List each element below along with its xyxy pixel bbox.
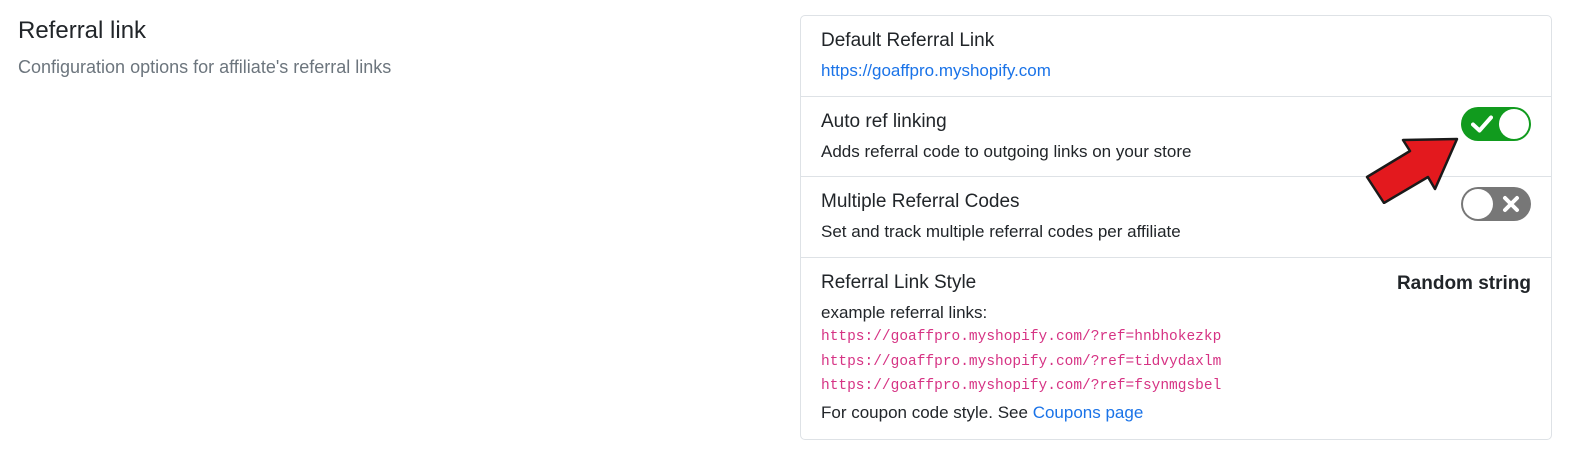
example-links-label: example referral links: — [821, 303, 988, 322]
coupon-note-text: For coupon code style. See — [821, 402, 1028, 422]
settings-page: Referral link Configuration options for … — [0, 0, 1575, 466]
auto-ref-linking-title: Auto ref linking — [821, 111, 947, 132]
red-arrow-icon — [1365, 137, 1459, 204]
section-subtitle: Configuration options for affiliate's re… — [18, 57, 392, 77]
x-icon — [1503, 196, 1519, 212]
section-title: Referral link — [18, 17, 147, 44]
referral-link-style-value[interactable]: Random string — [1397, 271, 1531, 297]
example-link: https://goaffpro.myshopify.com/?ref=tidv… — [821, 353, 1222, 370]
multiple-referral-codes-description: Set and track multiple referral codes pe… — [821, 222, 1181, 241]
toggle-knob — [1463, 189, 1493, 219]
toggle-knob — [1499, 109, 1529, 139]
example-link: https://goaffpro.myshopify.com/?ref=fsyn… — [821, 378, 1222, 394]
default-referral-link-title: Default Referral Link — [821, 30, 995, 51]
check-icon — [1471, 115, 1493, 133]
default-referral-link-row: Default Referral Link https://goaffpro.m… — [801, 16, 1551, 97]
referral-settings-card: Default Referral Link https://goaffpro.m… — [800, 15, 1552, 440]
multiple-referral-codes-toggle[interactable] — [1461, 187, 1531, 221]
auto-ref-linking-toggle[interactable] — [1461, 107, 1531, 141]
example-link: https://goaffpro.myshopify.com/?ref=hnbh… — [821, 329, 1222, 345]
section-intro: Referral link Configuration options for … — [18, 14, 718, 80]
default-referral-link-url[interactable]: https://goaffpro.myshopify.com — [821, 59, 1051, 83]
coupon-style-note: For coupon code style. See Coupons page — [821, 401, 1531, 425]
referral-link-style-row: Referral Link Style Random string exampl… — [801, 258, 1551, 439]
coupons-page-link[interactable]: Coupons page — [1033, 403, 1144, 422]
